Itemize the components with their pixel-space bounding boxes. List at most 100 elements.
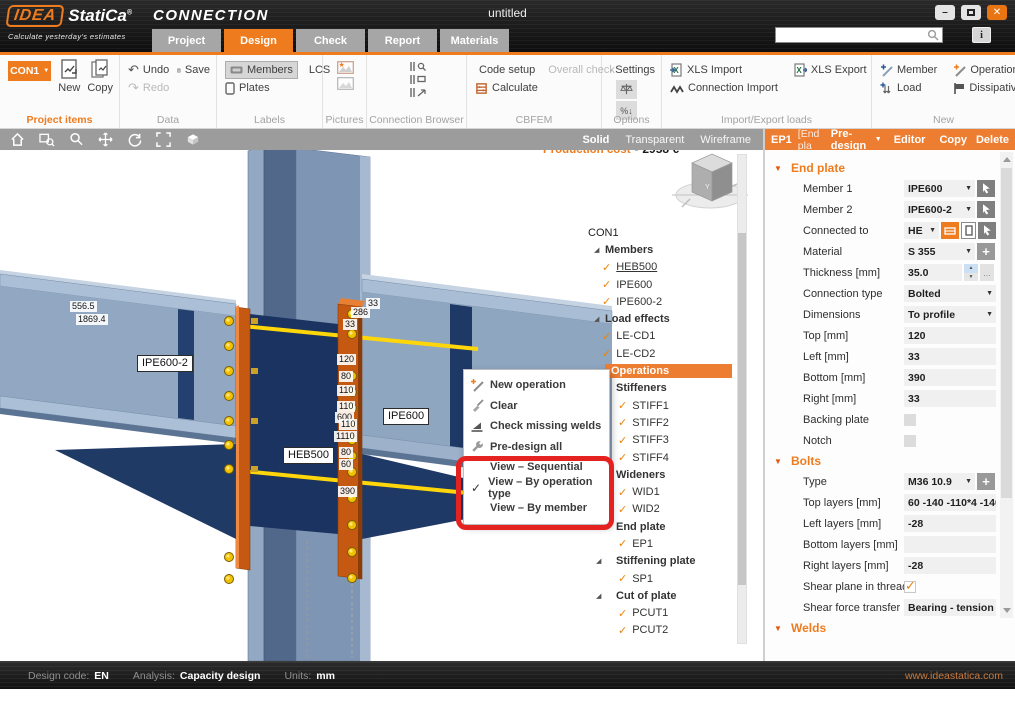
tab-project[interactable]: Project (152, 29, 221, 52)
tree-item-label[interactable]: STIFF4 (632, 452, 669, 464)
redo-button[interactable]: Redo (143, 82, 169, 94)
section-header-bolts[interactable]: ▼Bolts (765, 451, 1015, 471)
context-menu-item-2[interactable]: Clear (464, 396, 609, 417)
members-labels-toggle[interactable]: Members (225, 61, 298, 79)
check-icon[interactable]: ✓ (618, 624, 627, 637)
check-icon[interactable]: ✓ (618, 503, 627, 516)
pick-in-scene-button[interactable] (978, 222, 996, 239)
text-input[interactable]: 33 (904, 348, 996, 365)
connect-flange-button[interactable] (941, 222, 959, 239)
member-label[interactable]: IPE600-2 (137, 355, 193, 372)
section-collapse-icon[interactable]: ▼ (765, 164, 791, 173)
tree-row-members[interactable]: ◢Members (586, 241, 760, 258)
tree-row-ipe600-2[interactable]: ✓IPE600-2 (586, 293, 760, 310)
section-collapse-icon[interactable]: ▼ (765, 457, 791, 466)
tree-item-label[interactable]: HEB500 (616, 261, 657, 273)
pick-in-scene-button[interactable] (977, 201, 995, 218)
dissipative-item-button[interactable]: Dissipative item (969, 82, 1015, 94)
checkbox[interactable] (904, 435, 916, 447)
tree-item-label[interactable]: STIFF3 (632, 434, 669, 446)
tree-item-label[interactable]: PCUT1 (632, 607, 668, 619)
xls-import-button[interactable]: XLS Import (687, 64, 742, 76)
text-input[interactable]: 390 (904, 369, 996, 386)
tree-row-sp1[interactable]: ✓ SP1 (586, 570, 760, 587)
tree-item-label[interactable]: PCUT2 (632, 624, 668, 636)
check-icon[interactable]: ✓ (602, 278, 611, 291)
undo-button[interactable]: Undo (143, 64, 169, 76)
minimize-button[interactable]: – (935, 5, 955, 20)
settings-button[interactable]: Settings (615, 64, 655, 76)
view-mode-solid[interactable]: Solid (582, 134, 609, 146)
tree-row-load-effects[interactable]: ◢Load effects (586, 310, 760, 327)
dropdown[interactable]: IPE600-2▼ (904, 201, 975, 218)
check-icon[interactable]: ✓ (618, 572, 627, 585)
dropdown[interactable]: Bolted▼ (904, 285, 996, 302)
tree-item-label[interactable]: SP1 (632, 573, 653, 585)
tree-item-label[interactable]: Cut of plate (616, 590, 677, 602)
section-header-welds[interactable]: ▼Welds (765, 618, 1015, 638)
check-icon[interactable]: ✓ (602, 330, 611, 343)
browser-search-icon[interactable] (409, 61, 427, 72)
tree-row-pcut2[interactable]: ✓ PCUT2 (586, 622, 760, 639)
dropdown[interactable]: S 355▼ (904, 243, 975, 260)
tree-item-label[interactable]: IPE600 (616, 279, 652, 291)
tree-item-label[interactable]: Members (605, 244, 653, 256)
tree-collapse-icon[interactable]: ◢ (594, 315, 605, 323)
tab-design[interactable]: Design (224, 29, 293, 52)
pan-icon[interactable] (98, 132, 113, 147)
check-icon[interactable]: ✓ (618, 607, 627, 620)
tree-item-label[interactable]: IPE600-2 (616, 296, 662, 308)
numeric-input[interactable]: 35.0 (904, 264, 962, 281)
dropdown[interactable]: HE▼ (904, 222, 939, 239)
tree-row-stiffening-plate[interactable]: ◢Stiffening plate (586, 553, 760, 570)
editor-button[interactable]: Editor (894, 134, 926, 146)
spinner-control[interactable]: ▲▼ (964, 264, 978, 281)
website-link[interactable]: www.ideastatica.com (905, 670, 1003, 682)
checkbox[interactable] (904, 581, 916, 593)
tree-item-label[interactable]: End plate (616, 521, 666, 533)
panel-scrollbar[interactable] (1000, 152, 1013, 618)
info-button[interactable]: i (972, 27, 991, 43)
section-header-end-plate[interactable]: ▼End plate (765, 158, 1015, 178)
tree-item-label[interactable]: CON1 (588, 227, 619, 239)
add-button[interactable]: + (977, 473, 995, 490)
tab-materials[interactable]: Materials (440, 29, 509, 52)
tree-item-label[interactable]: EP1 (632, 538, 653, 550)
view-mode-wireframe[interactable]: Wireframe (700, 134, 751, 146)
tree-row-stiff2[interactable]: ✓STIFF2 (586, 414, 760, 431)
code-setup-button[interactable]: Code setup (479, 64, 535, 76)
tab-check[interactable]: Check (296, 29, 365, 52)
view-mode-transparent[interactable]: Transparent (625, 134, 684, 146)
checkbox[interactable] (904, 414, 916, 426)
rotate-icon[interactable] (127, 132, 142, 147)
delete-operation-button[interactable]: Delete (976, 134, 1009, 146)
tree-row-con1[interactable]: CON1 (586, 224, 760, 241)
check-icon[interactable]: ✓ (618, 434, 627, 447)
tree-item-label[interactable]: Stiffening plate (616, 555, 695, 567)
tree-row-le-cd1[interactable]: ✓ LE-CD1 (586, 328, 760, 345)
text-input[interactable] (904, 536, 996, 553)
tree-collapse-icon[interactable]: ◢ (596, 592, 616, 600)
tree-row-ep1[interactable]: ✓EP1 (586, 535, 760, 552)
text-input[interactable]: 33 (904, 390, 996, 407)
dropdown[interactable]: M36 10.9▼ (904, 473, 975, 490)
scroll-up-icon[interactable] (1003, 157, 1011, 162)
picture-gallery-icon[interactable] (337, 77, 354, 90)
xls-export-button[interactable]: XLS Export (811, 64, 867, 76)
search-box[interactable] (775, 27, 943, 43)
text-input[interactable]: -28 (904, 557, 996, 574)
member-label[interactable]: HEB500 (283, 447, 334, 464)
tree-item-label[interactable]: Load effects (605, 313, 670, 325)
tree-row-le-cd2[interactable]: ✓LE-CD2 (586, 345, 760, 362)
tree-collapse-icon[interactable]: ◢ (596, 557, 616, 565)
tree-row-heb500[interactable]: ✓HEB500 (586, 259, 760, 276)
tree-row-pcut1[interactable]: ✓ PCUT1 (586, 605, 760, 622)
tree-item-label[interactable]: LE-CD2 (616, 348, 655, 360)
scrollbar-thumb[interactable] (1001, 168, 1012, 498)
check-icon[interactable]: ✓ (618, 399, 627, 412)
connect-web-button[interactable] (961, 222, 976, 239)
scale-factors-button[interactable] (616, 80, 637, 99)
tree-item-label[interactable]: LE-CD1 (616, 330, 655, 342)
save-button[interactable]: Save (185, 64, 210, 76)
tree-row-ipe600[interactable]: ✓ IPE600 (586, 276, 760, 293)
